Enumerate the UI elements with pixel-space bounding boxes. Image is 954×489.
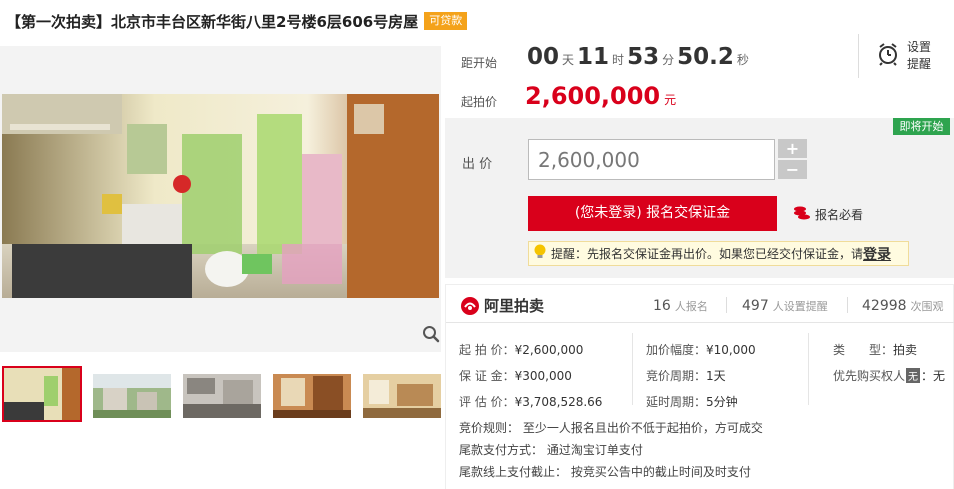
alarm-clock-icon: [877, 42, 899, 70]
set-reminder-label: 设置提醒: [907, 40, 932, 71]
thumbnail-1[interactable]: [2, 366, 82, 422]
reminder-count-value: 497: [742, 298, 769, 314]
start-price-unit: 元: [664, 93, 677, 107]
page-title: 【第一次拍卖】北京市丰台区新华街八里2号楼6层606号房屋: [6, 12, 419, 31]
bid-label: 出 价: [462, 157, 493, 172]
countdown-hours: 11: [577, 44, 610, 70]
rule-value: 按竞买公告中的截止时间及时支付: [570, 465, 751, 479]
countdown-minutes-unit: 分: [662, 53, 675, 67]
view-count: 42998 次围观: [862, 298, 944, 314]
detail-label: 优先购买权人: [833, 369, 906, 383]
detail-type: 类 型：拍卖: [833, 341, 917, 358]
detail-value: 1天: [706, 369, 726, 383]
login-tip: 提醒：先报名交保证金再出价。如果您已经交付保证金，请 登录: [528, 241, 909, 266]
increase-bid-button[interactable]: +: [778, 139, 807, 158]
stats-bar: 阿里拍卖 16 人报名 497 人设置提醒 42998 次围观: [446, 285, 954, 323]
thumbnail-5[interactable]: [363, 374, 441, 418]
detail-label: 起 拍 价：: [459, 343, 515, 357]
detail-cycle: 竞价周期：1天: [646, 367, 726, 384]
detail-start-price: 起 拍 价：¥2,600,000: [459, 341, 583, 358]
bid-rule: 竞价规则： 至少一人报名且出价不低于起拍价，方可成交: [459, 419, 763, 436]
column-divider: [632, 333, 633, 405]
ali-auction-logo: 阿里拍卖: [460, 295, 544, 316]
signup-count: 16 人报名: [653, 298, 708, 314]
bathroom-photo: [2, 94, 439, 298]
rule-label: 竞价规则：: [459, 421, 520, 435]
detail-value: ¥2,600,000: [514, 343, 584, 357]
rule-value: 至少一人报名且出价不低于起拍价，方可成交: [522, 421, 763, 435]
countdown-days: 00: [527, 44, 560, 70]
thumbnail-4[interactable]: [273, 374, 351, 418]
start-price: 2,600,000 元: [525, 82, 676, 110]
detail-deposit: 保 证 金：¥300,000: [459, 367, 572, 384]
rule-value: 通过淘宝订单支付: [546, 443, 643, 457]
view-count-label: 次围观: [910, 300, 944, 313]
detail-label: 延时周期：: [646, 395, 707, 409]
thumbnail-strip: [0, 366, 441, 424]
main-photo[interactable]: [2, 94, 439, 300]
stat-divider: [847, 297, 848, 313]
ali-auction-icon: [461, 296, 479, 315]
must-read-link[interactable]: 报名必看: [793, 205, 863, 224]
detail-value: ¥10,000: [706, 343, 756, 357]
priority-badge: 无: [906, 368, 921, 383]
detail-label: 加价幅度：: [646, 343, 707, 357]
lightbulb-icon: [533, 244, 547, 263]
loan-badge: 可贷款: [424, 12, 468, 30]
detail-label: 保 证 金：: [459, 369, 515, 383]
detail-delay: 延时周期：5分钟: [646, 393, 738, 410]
countdown-seconds: 50.2: [677, 44, 734, 70]
detail-value: 5分钟: [706, 395, 738, 409]
zoom-icon[interactable]: [422, 325, 440, 343]
signup-count-value: 16: [653, 298, 671, 314]
rule-label: 尾款支付方式：: [459, 443, 544, 457]
rule-label: 尾款线上支付截止：: [459, 465, 568, 479]
title-bar: 【第一次拍卖】北京市丰台区新华街八里2号楼6层606号房屋 可贷款: [0, 0, 954, 36]
signup-count-label: 人报名: [674, 300, 708, 313]
coins-icon: [793, 205, 811, 224]
auction-info: 阿里拍卖 16 人报名 497 人设置提醒 42998 次围观 起 拍 价：¥2,60…: [445, 284, 954, 489]
view-count-value: 42998: [862, 298, 907, 314]
countdown-label: 距开始: [461, 56, 498, 70]
detail-value: ¥300,000: [514, 369, 572, 383]
start-price-label: 起拍价: [461, 95, 498, 109]
detail-label: 评 估 价：: [459, 395, 515, 409]
ali-auction-brand: 阿里拍卖: [484, 297, 545, 315]
login-link[interactable]: 登录: [863, 244, 891, 264]
detail-label: 竞价周期：: [646, 369, 707, 383]
detail-appraisal: 评 估 价：¥3,708,528.66: [459, 393, 602, 410]
must-read-label: 报名必看: [815, 208, 864, 222]
payment-deadline: 尾款线上支付截止： 按竞买公告中的截止时间及时支付: [459, 463, 751, 480]
detail-increment: 加价幅度：¥10,000: [646, 341, 756, 358]
detail-value: ：无: [921, 369, 946, 383]
decrease-bid-button[interactable]: −: [778, 160, 807, 179]
column-divider: [808, 333, 809, 405]
bid-input[interactable]: [528, 139, 775, 180]
detail-label: 类 型：: [833, 343, 894, 357]
stat-divider: [726, 297, 727, 313]
detail-value: ¥3,708,528.66: [514, 395, 603, 409]
detail-value: 拍卖: [893, 343, 918, 357]
tip-text: 提醒：先报名交保证金再出价。如果您已经交付保证金，请: [551, 247, 864, 261]
countdown-days-unit: 天: [562, 53, 575, 67]
thumbnail-3[interactable]: [183, 374, 261, 418]
countdown: 00 天 11 时 53 分 50.2 秒: [527, 44, 752, 70]
set-reminder-button[interactable]: 设置提醒: [858, 34, 954, 78]
reminder-count-label: 人设置提醒: [772, 300, 828, 313]
detail-priority: 优先购买权人无：无: [833, 367, 945, 384]
countdown-seconds-unit: 秒: [736, 53, 749, 67]
thumbnail-2[interactable]: [93, 374, 171, 418]
status-badge: 即将开始: [893, 118, 950, 135]
countdown-hours-unit: 时: [612, 53, 625, 67]
countdown-minutes: 53: [627, 44, 660, 70]
start-price-value: 2,600,000: [525, 82, 661, 110]
register-deposit-button[interactable]: (您未登录) 报名交保证金: [528, 196, 777, 231]
payment-method: 尾款支付方式： 通过淘宝订单支付: [459, 441, 643, 458]
reminder-count: 497 人设置提醒: [742, 298, 828, 314]
